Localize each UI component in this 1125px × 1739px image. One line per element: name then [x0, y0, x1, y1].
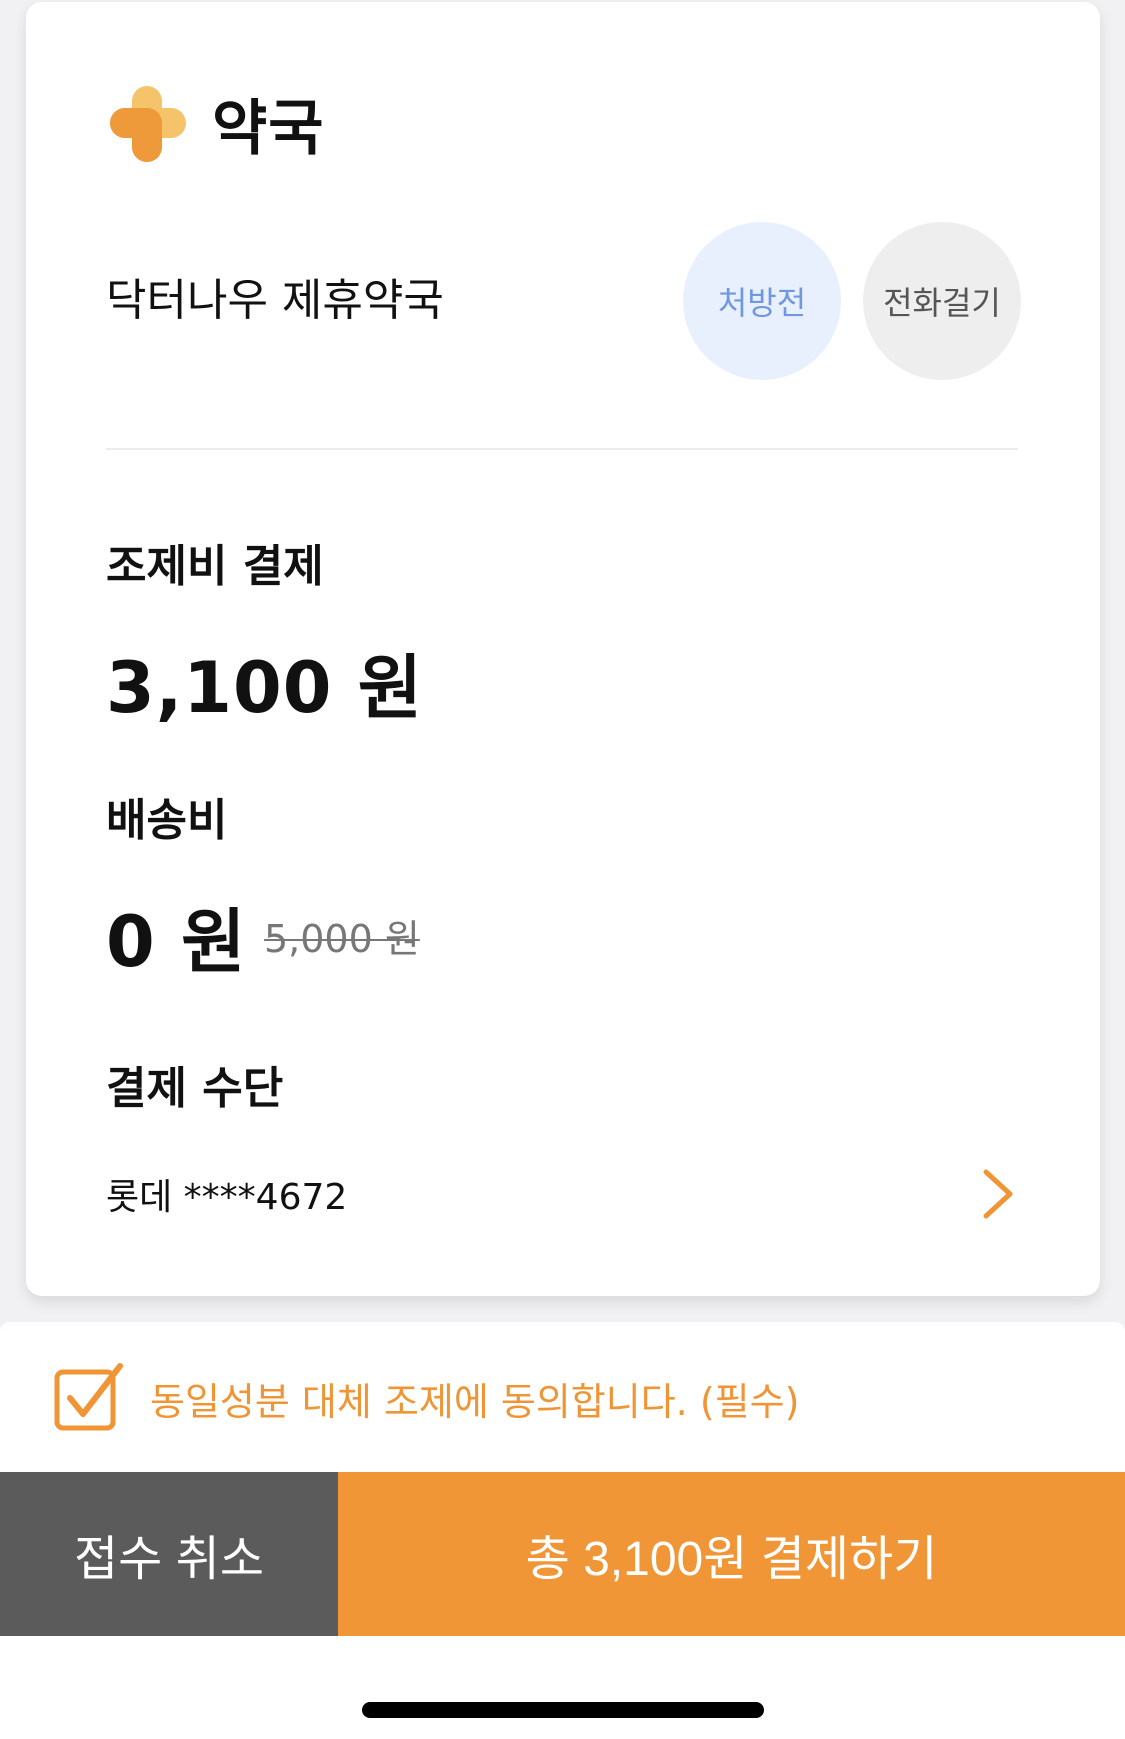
- payment-method-label: 결제 수단: [106, 1063, 284, 1114]
- pharmacy-cross-icon: [106, 82, 190, 166]
- payment-card-text[interactable]: 롯데 ****4672: [106, 1168, 347, 1220]
- delivery-fee-original: 5,000 원: [264, 917, 420, 961]
- page: 약국 닥터나우 제휴약국 처방전 전화걸기 조제비 결제 3,100 원 배송비…: [0, 0, 1125, 1739]
- pay-button[interactable]: 총 3,100원 결제하기: [338, 1472, 1125, 1636]
- delivery-fee-amount: 0 원: [106, 901, 247, 983]
- bottom-sheet: 동일성분 대체 조제에 동의합니다. (필수) 접수 취소 총 3,100원 결…: [0, 1322, 1125, 1739]
- title-row: 약국: [106, 80, 324, 167]
- pharmacy-name: 닥터나우 제휴약국: [106, 275, 444, 326]
- dispensing-fee-amount: 3,100 원: [106, 647, 424, 729]
- dispensing-fee-label: 조제비 결제: [106, 541, 324, 592]
- cancel-button[interactable]: 접수 취소: [0, 1472, 338, 1636]
- agreement-text: 동일성분 대체 조제에 동의합니다. (필수): [150, 1379, 800, 1424]
- home-indicator: [362, 1702, 764, 1718]
- delivery-fee-label: 배송비: [106, 795, 228, 846]
- page-title: 약국: [212, 94, 325, 164]
- action-buttons: 접수 취소 총 3,100원 결제하기: [0, 1472, 1125, 1636]
- agreement-checkbox[interactable]: 동일성분 대체 조제에 동의합니다. (필수): [54, 1362, 799, 1434]
- divider: [106, 448, 1018, 450]
- chevron-right-icon[interactable]: [978, 1168, 1018, 1220]
- prescription-button[interactable]: 처방전: [683, 222, 841, 380]
- pharmacy-card: 약국 닥터나우 제휴약국 처방전 전화걸기 조제비 결제 3,100 원 배송비…: [26, 2, 1100, 1296]
- call-button[interactable]: 전화걸기: [863, 222, 1021, 380]
- checkbox-checked-icon[interactable]: [54, 1362, 126, 1434]
